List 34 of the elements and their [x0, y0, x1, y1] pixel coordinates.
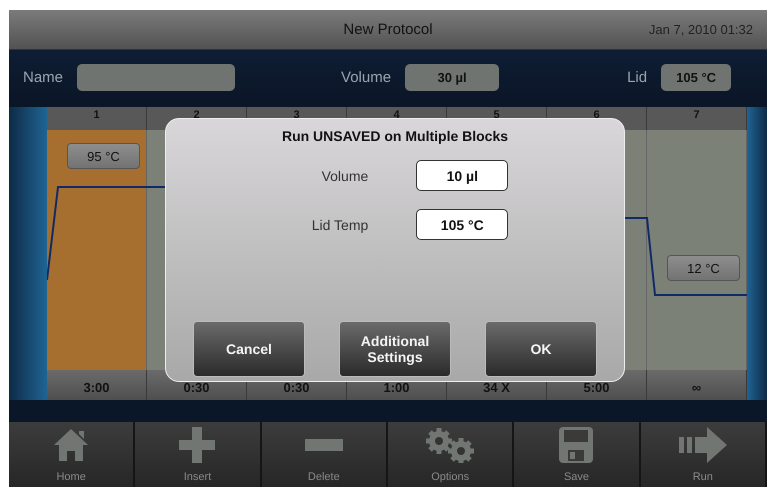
step-header: 1 — [47, 107, 147, 130]
step-header: 7 — [647, 107, 747, 130]
parameter-label: Lid — [627, 69, 648, 86]
dialog-button[interactable]: Cancel — [193, 321, 305, 377]
window-title: New Protocol — [343, 21, 433, 38]
step-column[interactable]: 95 °C — [47, 130, 147, 370]
toolbar-button[interactable]: Options — [388, 422, 514, 487]
input-field[interactable]: 105 °C — [416, 209, 508, 240]
field-label: Volume — [320, 168, 368, 184]
toolbar-button[interactable]: Insert — [135, 422, 262, 487]
dialog-title: Run UNSAVED on Multiple Blocks — [282, 128, 508, 144]
plus-icon — [179, 427, 216, 463]
home-icon — [53, 428, 90, 462]
parameter-label: Name — [23, 69, 64, 86]
parameter-field[interactable]: 30 µl — [405, 64, 500, 91]
field-label: Lid Temp — [312, 216, 368, 232]
minus-icon — [304, 439, 343, 451]
parameter-label: Volume — [341, 69, 392, 86]
date-time: Jan 7, 2010 01:32 — [648, 22, 753, 37]
dialog-button[interactable]: OK — [485, 321, 597, 377]
dialog-button[interactable]: Additional Settings — [339, 321, 451, 377]
run-arrow-icon — [678, 427, 727, 463]
toolbar-button[interactable]: Delete — [262, 422, 388, 487]
toolbar-button[interactable]: Save — [514, 422, 641, 487]
step-time: ∞ — [647, 370, 747, 400]
parameter-field[interactable]: 105 °C — [661, 64, 732, 91]
input-field[interactable]: 10 µl — [416, 160, 508, 191]
temperature-label[interactable]: 12 °C — [667, 255, 740, 281]
temperature-label[interactable]: 95 °C — [67, 143, 140, 169]
toolbar-button[interactable]: Run — [640, 422, 767, 487]
step-column[interactable]: 12 °C — [647, 130, 747, 370]
parameter-field[interactable] — [77, 64, 236, 91]
toolbar-button[interactable]: Home — [9, 422, 136, 487]
step-time: 3:00 — [47, 370, 147, 400]
